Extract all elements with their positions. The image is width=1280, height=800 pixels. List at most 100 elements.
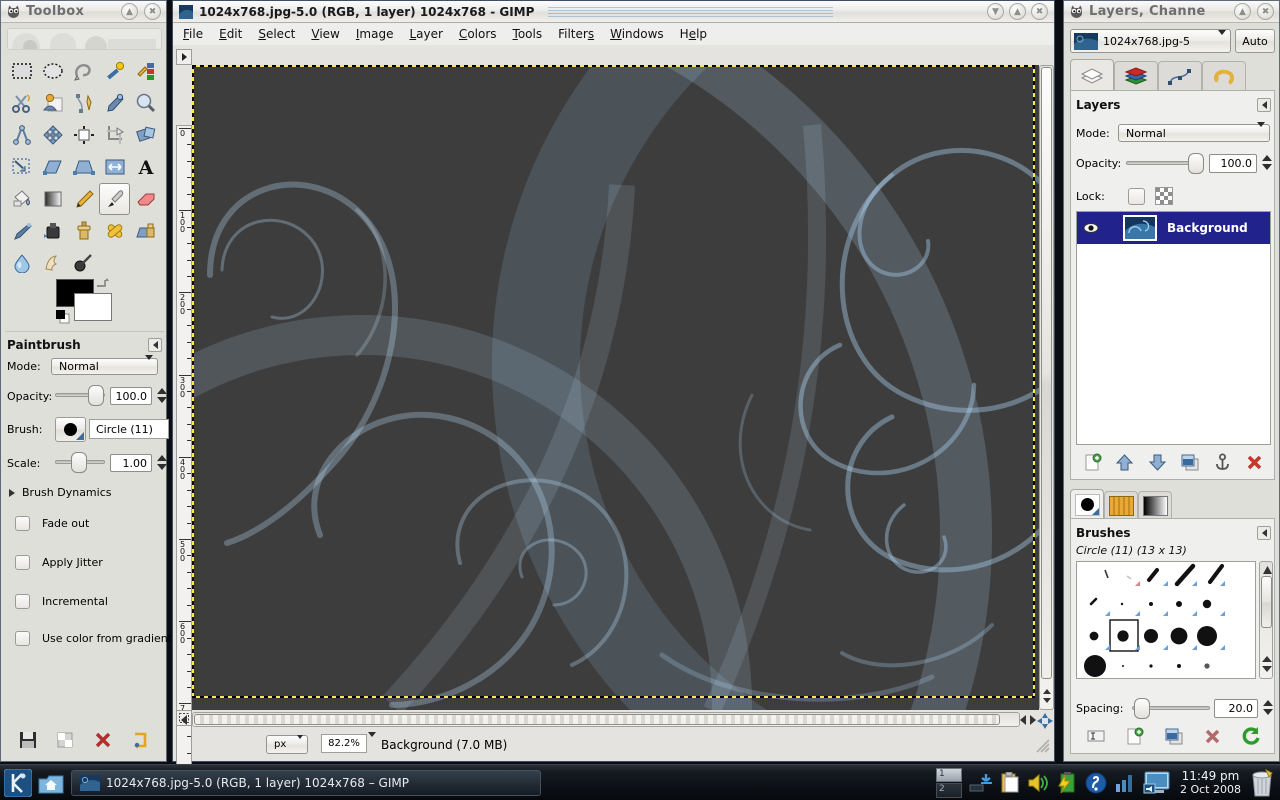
opacity-slider[interactable] [55, 385, 105, 406]
new-layer-icon[interactable] [1083, 453, 1102, 472]
image-window-titlebar[interactable]: 1024x768.jpg-5.0 (RGB, 1 layer) 1024x768… [173, 1, 1054, 23]
brush-dynamics-expander[interactable]: Brush Dynamics [9, 486, 111, 499]
default-colors-icon[interactable] [55, 309, 71, 328]
tool-heal[interactable] [99, 215, 130, 247]
new-brush-icon[interactable] [1125, 727, 1144, 746]
fade-out-row[interactable]: Fade out [15, 516, 89, 531]
brush-preview-button[interactable] [55, 417, 86, 442]
tool-free-select[interactable] [68, 55, 99, 87]
menu-filters[interactable]: Filters [558, 27, 594, 41]
scale-slider[interactable] [55, 452, 105, 473]
tool-blend[interactable] [37, 183, 68, 215]
auto-button[interactable]: Auto [1235, 29, 1275, 53]
reset-tool-options-icon[interactable] [131, 731, 149, 749]
duplicate-brush-icon[interactable] [1164, 727, 1183, 746]
unit-combo[interactable]: px [266, 734, 308, 754]
tool-color-picker[interactable] [99, 87, 130, 119]
toolbox-close-button[interactable]: ✖ [144, 3, 161, 20]
brush-name-field[interactable]: Circle (11) [89, 419, 169, 439]
menu-colors[interactable]: Colors [459, 27, 497, 41]
tool-move[interactable] [37, 119, 68, 151]
clock[interactable]: 11:49 pm 2 Oct 2008 [1180, 769, 1241, 797]
dock-close-button[interactable]: ✖ [1257, 3, 1274, 20]
layer-mode-combo[interactable]: Normal [1118, 121, 1270, 142]
display-icon[interactable] [1143, 770, 1173, 796]
home-folder-button[interactable] [35, 767, 67, 799]
tool-eraser[interactable] [130, 183, 161, 215]
layer-list-item-background[interactable]: Background [1077, 212, 1270, 244]
tool-zoom[interactable] [130, 87, 161, 119]
desktop-pager[interactable]: 1 2 [935, 767, 962, 798]
updates-icon[interactable] [1085, 772, 1107, 794]
layer-opacity-spinner[interactable] [1262, 155, 1272, 170]
scale-value-field[interactable]: 1.00 [110, 454, 152, 472]
delete-tool-options-icon[interactable] [94, 731, 112, 749]
opacity-spinner[interactable] [157, 388, 167, 403]
tool-dodge-burn[interactable] [68, 247, 99, 279]
layer-list[interactable]: Background [1076, 211, 1271, 445]
menu-select[interactable]: Select [258, 27, 295, 41]
tool-perspective-clone[interactable] [130, 215, 161, 247]
incremental-checkbox[interactable] [15, 594, 30, 609]
menu-edit[interactable]: Edit [219, 27, 242, 41]
menu-layer[interactable]: Layer [409, 27, 442, 41]
edit-brush-icon[interactable] [1086, 728, 1106, 744]
toolbox-titlebar[interactable]: Toolbox ▲ ✖ [1, 1, 166, 23]
tool-bucket-fill[interactable] [6, 183, 37, 215]
lock-alpha-checkbox[interactable] [1128, 187, 1145, 205]
brushes-menu-button[interactable] [1257, 526, 1271, 540]
tool-perspective[interactable] [68, 151, 99, 183]
tool-options-menu-button[interactable] [148, 338, 162, 352]
layer-opacity-field[interactable]: 100.0 [1209, 154, 1257, 173]
kde-menu-button[interactable] [1, 766, 35, 800]
network-icon[interactable] [969, 772, 993, 794]
gradients-tab[interactable] [1138, 491, 1172, 519]
layers-tab[interactable] [1070, 59, 1114, 91]
brush-grid-scrollbar[interactable] [1259, 561, 1273, 679]
unshade-button[interactable]: ▲ [1009, 3, 1026, 20]
tool-by-color-select[interactable] [130, 55, 161, 87]
canvas-area[interactable] [192, 65, 1039, 710]
tool-flip[interactable] [99, 151, 130, 183]
tool-ink[interactable] [37, 215, 68, 247]
zoom-field[interactable]: 82.2% [321, 734, 367, 753]
swap-colors-icon[interactable] [96, 277, 110, 292]
anchor-layer-icon[interactable] [1213, 453, 1232, 472]
tool-scissors-select[interactable] [6, 87, 37, 119]
spacing-slider[interactable] [1132, 698, 1210, 719]
dock-collapse-button[interactable]: ▲ [1234, 3, 1251, 20]
layers-menu-button[interactable] [1257, 98, 1271, 112]
background-color-swatch[interactable] [74, 293, 112, 321]
channels-tab[interactable] [1114, 61, 1158, 91]
scale-spinner[interactable] [157, 455, 167, 470]
toolbox-collapse-button[interactable]: ▲ [121, 3, 138, 20]
tool-rect-select[interactable] [6, 55, 37, 87]
paint-mode-combo[interactable]: Normal [51, 355, 158, 375]
menu-tools[interactable]: Tools [513, 27, 543, 41]
delete-layer-icon[interactable] [1245, 453, 1264, 472]
shade-button[interactable]: ▼ [987, 3, 1004, 20]
use-color-from-gradient-row[interactable]: Use color from gradient [15, 631, 172, 646]
spacing-spinner[interactable] [1263, 700, 1273, 715]
menu-view[interactable]: View [311, 27, 339, 41]
lower-layer-icon[interactable] [1148, 453, 1167, 472]
tool-airbrush[interactable] [6, 215, 37, 247]
menu-image[interactable]: Image [356, 27, 394, 41]
zoom-dropdown-button[interactable] [368, 732, 376, 750]
tool-smudge[interactable] [37, 247, 68, 279]
clipboard-icon[interactable] [1000, 771, 1020, 794]
tool-align[interactable] [68, 119, 99, 151]
tool-pencil[interactable] [68, 183, 99, 215]
restore-tool-options-icon[interactable] [56, 731, 74, 749]
lock-transparency-icon[interactable] [1155, 187, 1173, 205]
menu-help[interactable]: Help [680, 27, 707, 41]
tool-foreground-select[interactable] [37, 87, 68, 119]
monitor-icon[interactable] [1114, 773, 1136, 793]
duplicate-layer-icon[interactable] [1180, 453, 1199, 472]
vertical-ruler[interactable]: 0100200300400500600700 [176, 125, 192, 770]
opacity-value-field[interactable]: 100.0 [110, 387, 152, 405]
pager-desktop-2[interactable]: 2 [935, 783, 962, 798]
scrollbar-nav-arrows[interactable] [1020, 715, 1036, 728]
tool-measure[interactable] [6, 119, 37, 151]
tool-paths[interactable] [68, 87, 99, 119]
